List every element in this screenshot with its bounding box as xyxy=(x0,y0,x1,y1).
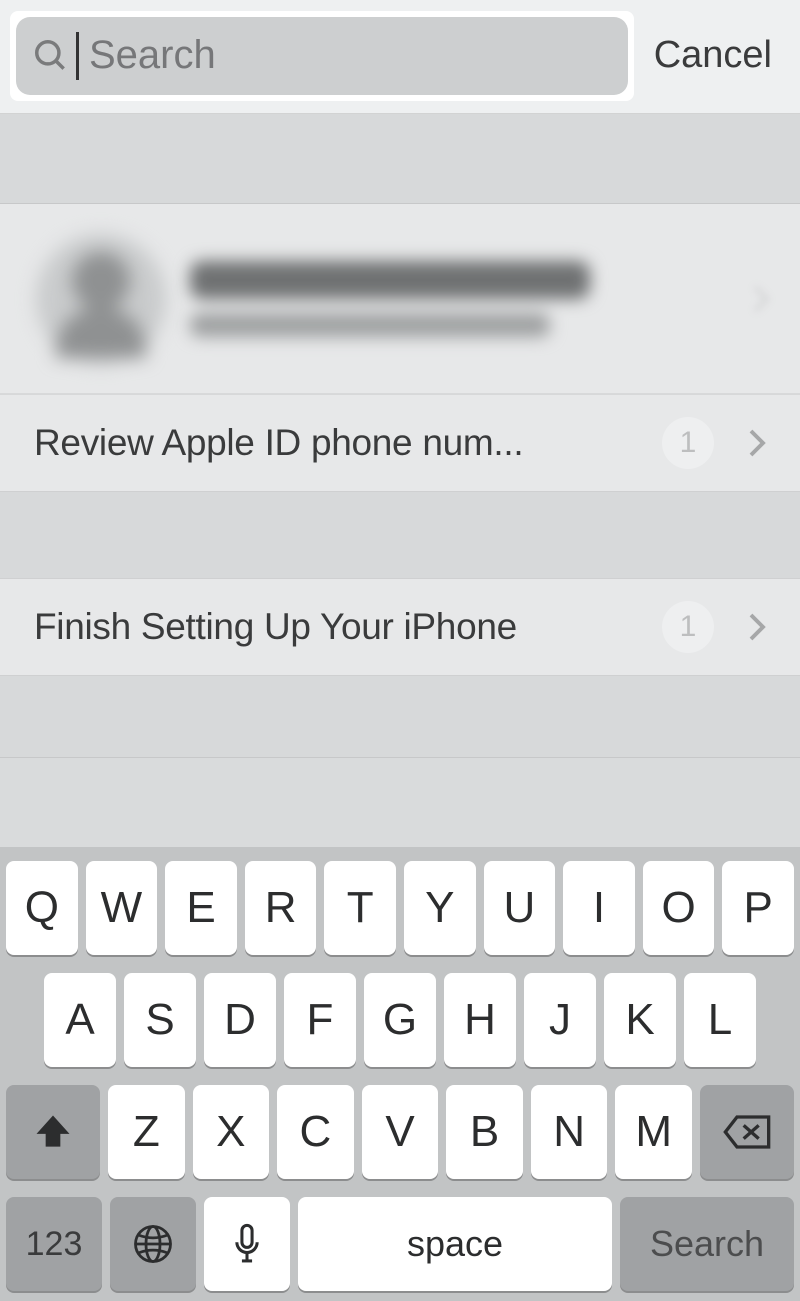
key-z[interactable]: Z xyxy=(108,1085,185,1179)
chevron-right-icon xyxy=(752,284,770,314)
key-k[interactable]: K xyxy=(604,973,676,1067)
key-c[interactable]: C xyxy=(277,1085,354,1179)
key-a[interactable]: A xyxy=(44,973,116,1067)
review-apple-id-row[interactable]: Review Apple ID phone num... 1 xyxy=(0,394,800,492)
key-delete[interactable] xyxy=(700,1085,794,1179)
key-s[interactable]: S xyxy=(124,973,196,1067)
key-w[interactable]: W xyxy=(86,861,158,955)
chevron-right-icon xyxy=(748,612,766,642)
key-n[interactable]: N xyxy=(531,1085,608,1179)
key-b[interactable]: B xyxy=(446,1085,523,1179)
cancel-button[interactable]: Cancel xyxy=(654,34,790,77)
key-search[interactable]: Search xyxy=(620,1197,794,1291)
finish-setup-row[interactable]: Finish Setting Up Your iPhone 1 xyxy=(0,578,800,676)
delete-icon xyxy=(722,1113,772,1151)
keyboard-row-2: A S D F G H J K L xyxy=(6,973,794,1067)
key-f[interactable]: F xyxy=(284,973,356,1067)
text-cursor xyxy=(76,32,79,80)
key-p[interactable]: P xyxy=(722,861,794,955)
chevron-right-icon xyxy=(748,428,766,458)
key-l[interactable]: L xyxy=(684,973,756,1067)
key-v[interactable]: V xyxy=(362,1085,439,1179)
keyboard: Q W E R T Y U I O P A S D F G H J K L Z … xyxy=(0,847,800,1301)
profile-subtitle-redacted xyxy=(190,313,550,337)
avatar xyxy=(36,234,166,364)
key-d[interactable]: D xyxy=(204,973,276,1067)
row-label: Finish Setting Up Your iPhone xyxy=(34,606,642,648)
key-g[interactable]: G xyxy=(364,973,436,1067)
profile-name-redacted xyxy=(190,261,590,299)
search-input[interactable]: Search xyxy=(16,17,628,95)
search-icon xyxy=(32,37,70,75)
key-u[interactable]: U xyxy=(484,861,556,955)
section-spacer xyxy=(0,676,800,758)
key-space[interactable]: space xyxy=(298,1197,612,1291)
key-h[interactable]: H xyxy=(444,973,516,1067)
key-dictation[interactable] xyxy=(204,1197,290,1291)
apple-id-profile-row[interactable] xyxy=(0,204,800,394)
key-t[interactable]: T xyxy=(324,861,396,955)
key-shift[interactable] xyxy=(6,1085,100,1179)
key-q[interactable]: Q xyxy=(6,861,78,955)
section-spacer xyxy=(0,114,800,204)
section-spacer xyxy=(0,492,800,578)
shift-icon xyxy=(31,1110,75,1154)
search-placeholder: Search xyxy=(89,33,216,78)
search-field-wrap: Search xyxy=(10,11,634,101)
key-i[interactable]: I xyxy=(563,861,635,955)
key-r[interactable]: R xyxy=(245,861,317,955)
key-globe[interactable] xyxy=(110,1197,196,1291)
profile-text xyxy=(190,261,590,337)
keyboard-row-4: 123 space Search xyxy=(6,1197,794,1291)
status-badge: 1 xyxy=(662,601,714,653)
key-x[interactable]: X xyxy=(193,1085,270,1179)
key-numbers[interactable]: 123 xyxy=(6,1197,102,1291)
globe-icon xyxy=(132,1223,174,1265)
keyboard-row-1: Q W E R T Y U I O P xyxy=(6,861,794,955)
keyboard-row-3: Z X C V B N M xyxy=(6,1085,794,1179)
key-e[interactable]: E xyxy=(165,861,237,955)
key-m[interactable]: M xyxy=(615,1085,692,1179)
mic-icon xyxy=(232,1222,262,1266)
status-badge: 1 xyxy=(662,417,714,469)
key-y[interactable]: Y xyxy=(404,861,476,955)
key-j[interactable]: J xyxy=(524,973,596,1067)
key-o[interactable]: O xyxy=(643,861,715,955)
search-header: Search Cancel xyxy=(0,0,800,114)
row-label: Review Apple ID phone num... xyxy=(34,422,642,464)
